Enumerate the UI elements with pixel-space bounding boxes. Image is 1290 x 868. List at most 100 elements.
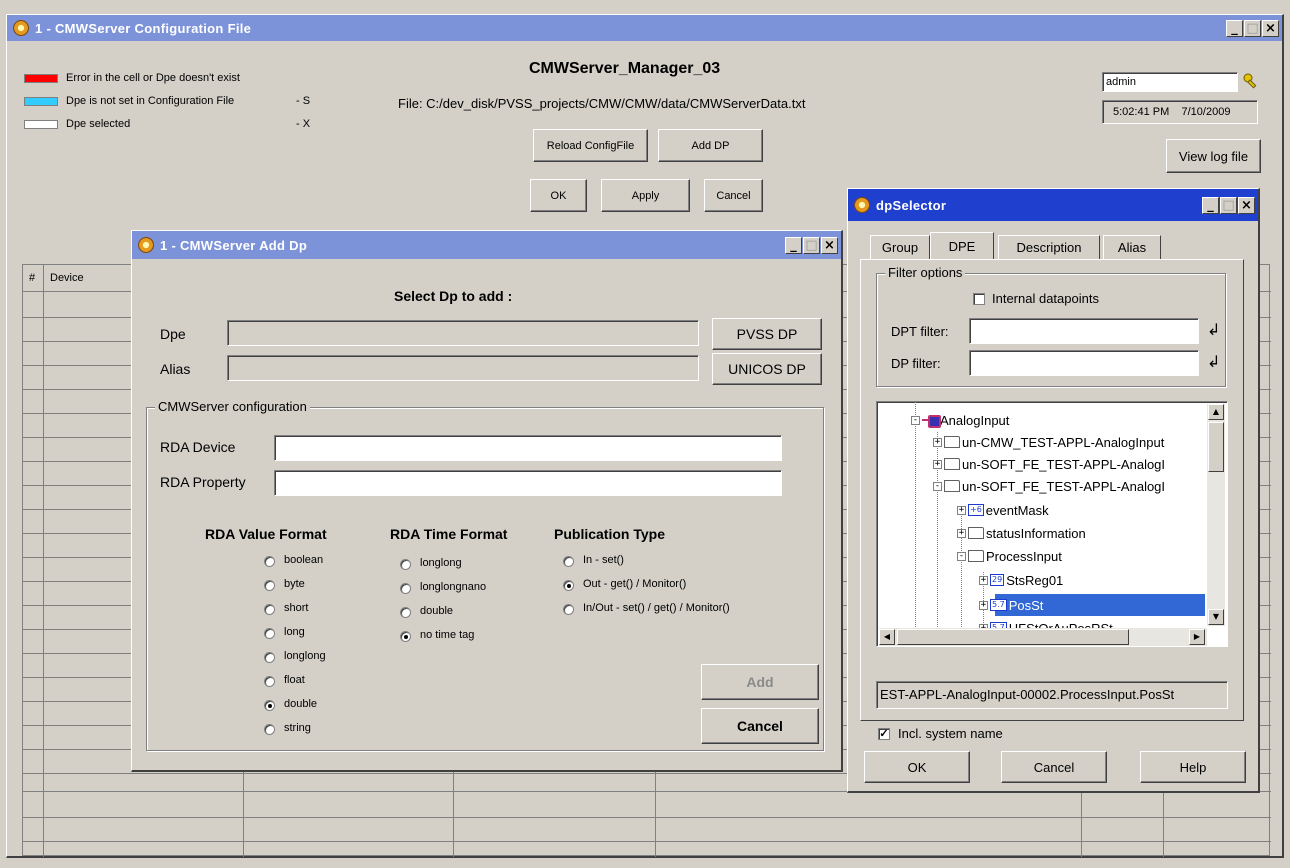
dpe-field[interactable] xyxy=(227,320,699,346)
pub-radio-in[interactable] xyxy=(563,556,574,567)
tree-item-analoginput[interactable]: - AnalogInput xyxy=(911,410,1009,430)
scroll-left-icon[interactable]: ◀ xyxy=(879,629,895,645)
tree-vertical-scrollbar[interactable]: ▲ ▼ xyxy=(1207,404,1225,626)
expand-icon[interactable]: + xyxy=(933,459,942,469)
element-type-icon: +6 xyxy=(968,504,984,516)
value-radio-byte[interactable] xyxy=(264,580,275,591)
incl-system-checkbox[interactable]: ✓ xyxy=(878,728,890,740)
selected-path-field[interactable]: EST-APPL-AnalogInput-00002.ProcessInput.… xyxy=(876,681,1228,709)
dp-selector-minimize-icon[interactable]: _ xyxy=(1202,196,1219,214)
ok-button[interactable]: OK xyxy=(530,179,587,212)
tree-item-label: StsReg01 xyxy=(1006,572,1064,588)
tree-item-statusinformation[interactable]: + statusInformation xyxy=(957,523,1086,543)
tree-item-soft-fe-1[interactable]: + un-SOFT_FE_TEST-APPL-AnalogI xyxy=(933,454,1165,474)
value-radio-double[interactable] xyxy=(264,700,275,711)
app-gear-icon xyxy=(13,20,29,36)
value-radio-float[interactable] xyxy=(264,676,275,687)
collapse-icon[interactable]: - xyxy=(933,481,942,491)
tab-group[interactable]: Group xyxy=(870,235,930,259)
hscroll-thumb[interactable] xyxy=(897,629,1129,645)
reload-configfile-button[interactable]: Reload ConfigFile xyxy=(533,129,648,162)
dp-tree[interactable]: - AnalogInput + un-CMW_TEST-APPL-AnalogI… xyxy=(876,401,1228,647)
maximize-icon[interactable]: □ xyxy=(1244,19,1261,37)
filter-options-group: Filter options Internal datapoints DPT f… xyxy=(876,265,1226,387)
tab-dpe[interactable]: DPE xyxy=(930,232,994,259)
value-option-short: short xyxy=(284,602,309,614)
tree-item-soft-fe-2[interactable]: - un-SOFT_FE_TEST-APPL-AnalogI xyxy=(933,476,1165,496)
scroll-up-icon[interactable]: ▲ xyxy=(1208,404,1224,420)
main-titlebar[interactable]: 1 - CMWServer Configuration File _ □ × xyxy=(7,15,1282,41)
folder-icon xyxy=(944,436,960,448)
pub-radio-out[interactable] xyxy=(563,580,574,591)
tree-item-cmw-test[interactable]: + un-CMW_TEST-APPL-AnalogInput xyxy=(933,432,1164,452)
tree-guide-line xyxy=(915,402,916,627)
tab-description[interactable]: Description xyxy=(998,235,1100,259)
dp-selector-maximize-icon[interactable]: □ xyxy=(1220,196,1237,214)
value-radio-long[interactable] xyxy=(264,628,275,639)
scroll-down-icon[interactable]: ▼ xyxy=(1208,609,1224,625)
collapse-icon[interactable]: - xyxy=(911,415,920,425)
add-dp-maximize-icon[interactable]: □ xyxy=(803,236,820,254)
time-radio-no-time-tag[interactable] xyxy=(400,631,411,642)
user-field[interactable]: admin xyxy=(1102,72,1238,92)
table-header-device[interactable]: Device xyxy=(50,272,84,284)
add-dp-dialog: 1 - CMWServer Add Dp _ □ × Select Dp to … xyxy=(131,230,843,772)
time-radio-longlong[interactable] xyxy=(400,559,411,570)
tree-item-stsreg01[interactable]: + 29 StsReg01 xyxy=(979,570,1063,590)
dpt-filter-field[interactable] xyxy=(969,318,1199,344)
time-radio-longlongnano[interactable] xyxy=(400,583,411,594)
expand-icon[interactable]: + xyxy=(979,600,988,610)
tab-alias[interactable]: Alias xyxy=(1103,235,1161,259)
expand-icon[interactable]: + xyxy=(957,505,966,515)
add-dp-cancel-button[interactable]: Cancel xyxy=(701,708,819,744)
expand-icon[interactable]: + xyxy=(979,575,988,585)
rda-property-field[interactable] xyxy=(274,470,782,496)
alias-field[interactable] xyxy=(227,355,699,381)
table-header-index[interactable]: # xyxy=(29,272,35,284)
pub-radio-inout[interactable] xyxy=(563,604,574,615)
time-radio-double[interactable] xyxy=(400,607,411,618)
value-radio-short[interactable] xyxy=(264,604,275,615)
value-radio-string[interactable] xyxy=(264,724,275,735)
dpt-filter-enter-icon[interactable]: ↲ xyxy=(1207,320,1220,339)
clock-date: 7/10/2009 xyxy=(1181,106,1231,118)
dp-filter-enter-icon[interactable]: ↲ xyxy=(1207,352,1220,371)
cancel-button[interactable]: Cancel xyxy=(704,179,763,212)
value-option-double: double xyxy=(284,698,318,710)
dp-filter-field[interactable] xyxy=(969,350,1199,376)
key-icon[interactable] xyxy=(1243,73,1259,89)
unicos-dp-button[interactable]: UNICOS DP xyxy=(712,353,822,385)
time-option-longlong: longlong xyxy=(420,557,462,569)
tree-item-posst[interactable]: + 5.7 PosSt xyxy=(979,595,1043,615)
dp-selector-cancel-button[interactable]: Cancel xyxy=(1001,751,1107,783)
tree-horizontal-scrollbar[interactable]: ◀ ▶ xyxy=(879,628,1207,646)
add-button[interactable]: Add xyxy=(701,664,819,700)
collapse-icon[interactable]: - xyxy=(957,551,966,561)
dp-selector-help-button[interactable]: Help xyxy=(1140,751,1246,783)
view-log-file-button[interactable]: View log file xyxy=(1166,139,1261,173)
value-radio-longlong[interactable] xyxy=(264,652,275,663)
scroll-right-icon[interactable]: ▶ xyxy=(1189,629,1205,645)
add-dp-titlebar[interactable]: 1 - CMWServer Add Dp _ □ × xyxy=(132,231,841,259)
apply-button[interactable]: Apply xyxy=(601,179,690,212)
add-dp-button[interactable]: Add DP xyxy=(658,129,763,162)
file-path: File: C:/dev_disk/PVSS_projects/CMW/CMW/… xyxy=(398,96,806,111)
add-dp-close-icon[interactable]: × xyxy=(821,236,838,254)
dp-selector-titlebar[interactable]: dpSelector _ □ × xyxy=(848,189,1258,221)
clock-field: 5:02:41 PM 7/10/2009 xyxy=(1102,100,1258,124)
scroll-thumb[interactable] xyxy=(1208,422,1224,472)
close-icon[interactable]: × xyxy=(1262,19,1279,37)
dp-selector-ok-button[interactable]: OK xyxy=(864,751,970,783)
expand-icon[interactable]: + xyxy=(957,528,966,538)
add-dp-minimize-icon[interactable]: _ xyxy=(785,236,802,254)
tree-item-eventmask[interactable]: + +6 eventMask xyxy=(957,500,1049,520)
pvss-dp-button[interactable]: PVSS DP xyxy=(712,318,822,350)
expand-icon[interactable]: + xyxy=(933,437,942,447)
value-option-string: string xyxy=(284,722,311,734)
tree-item-processinput[interactable]: - ProcessInput xyxy=(957,546,1062,566)
value-radio-boolean[interactable] xyxy=(264,556,275,567)
dp-selector-close-icon[interactable]: × xyxy=(1238,196,1255,214)
rda-device-field[interactable] xyxy=(274,435,782,461)
internal-dp-checkbox[interactable] xyxy=(973,293,985,305)
minimize-icon[interactable]: _ xyxy=(1226,19,1243,37)
